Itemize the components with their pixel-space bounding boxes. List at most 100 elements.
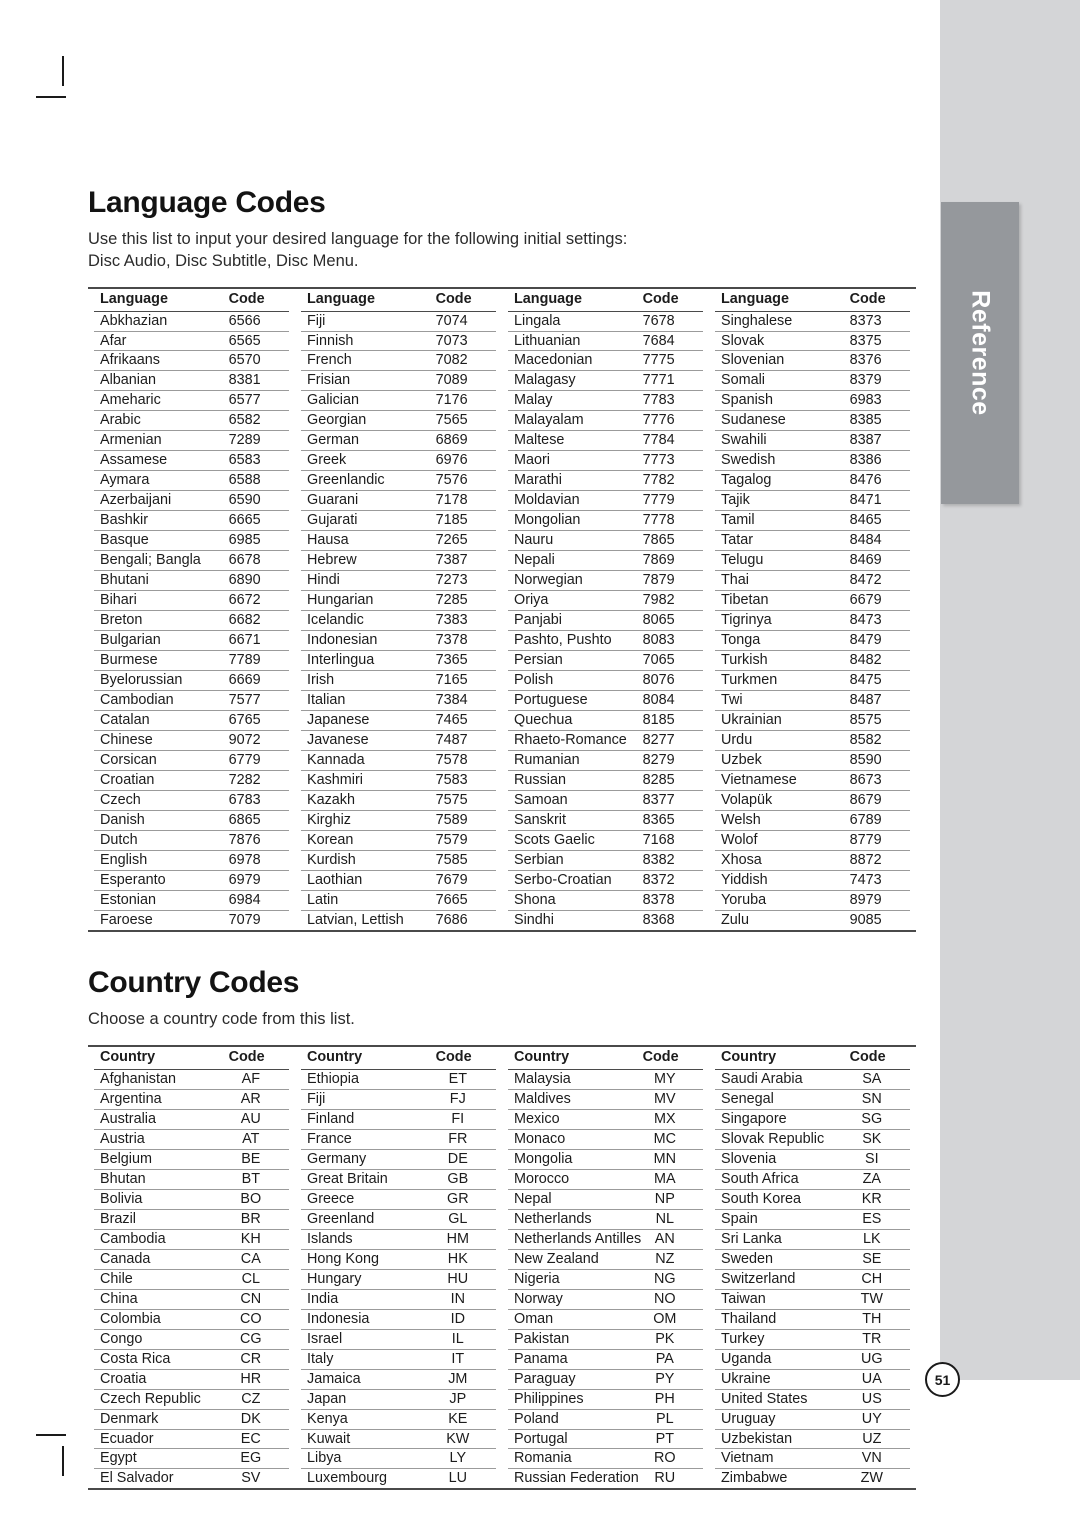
country_section-column-4: Country Code Saudi Arabia SA Senegal SN Singap… bbox=[709, 1047, 916, 1489]
language_section-code-cell: 8065 bbox=[640, 610, 703, 631]
language_section-code-cell: 8472 bbox=[847, 570, 910, 591]
table-row: Denmark DK bbox=[94, 1408, 289, 1429]
country_section-code-cell: ZW bbox=[847, 1468, 910, 1489]
table-row: Quechua 8185 bbox=[508, 710, 703, 731]
language_section-code-cell: 7165 bbox=[433, 670, 496, 691]
country_section-code-cell: NO bbox=[640, 1288, 703, 1310]
country_section-name-cell: Paraguay bbox=[508, 1368, 641, 1390]
table-row: Lithuanian 7684 bbox=[508, 330, 703, 351]
table-row: Russian Federation RU bbox=[508, 1468, 703, 1489]
language_section-code-header: Code bbox=[435, 290, 472, 307]
country_section-name-cell: Mongolia bbox=[508, 1148, 641, 1170]
country_section-name-cell: Belgium bbox=[94, 1148, 227, 1170]
table-row: Hong Kong HK bbox=[301, 1248, 496, 1270]
language_section-name-cell: Cambodian bbox=[94, 690, 227, 711]
table-row: Kenya KE bbox=[301, 1408, 496, 1429]
country_section-name-cell: Italy bbox=[301, 1348, 434, 1370]
language_section-code-cell: 7782 bbox=[640, 470, 703, 491]
language_section-code-cell: 9072 bbox=[226, 730, 289, 751]
table-row: Croatia HR bbox=[94, 1368, 289, 1390]
country_section-code-cell: UZ bbox=[847, 1428, 910, 1449]
country_section-name-cell: Uzbekistan bbox=[715, 1428, 848, 1449]
country_section-name-cell: New Zealand bbox=[508, 1248, 641, 1270]
country_section-code-cell: ID bbox=[433, 1308, 496, 1330]
table-row: Volapük 8679 bbox=[715, 790, 910, 811]
language_section-name-cell: Yoruba bbox=[715, 890, 848, 911]
language_section-column-1: Language Code Abkhazian 6566 Afar 6565 Afrikaa… bbox=[88, 289, 295, 931]
country_section-code-cell: US bbox=[847, 1388, 910, 1410]
table-row: Cambodia KH bbox=[94, 1228, 289, 1250]
country_section-code-cell: SK bbox=[847, 1128, 910, 1150]
country_section-name-cell: Greenland bbox=[301, 1208, 434, 1230]
language_section-code-cell: 8387 bbox=[847, 430, 910, 451]
language_section-name-cell: Maltese bbox=[508, 430, 641, 451]
table-row: Mongolian 7778 bbox=[508, 510, 703, 531]
table-row: Nepali 7869 bbox=[508, 550, 703, 571]
country_section-code-cell: FR bbox=[433, 1128, 496, 1150]
table-row: Samoan 8377 bbox=[508, 790, 703, 811]
language_section-name-cell: Samoan bbox=[508, 790, 641, 811]
language_section-name-cell: Japanese bbox=[301, 710, 434, 731]
country_section-code-cell: TR bbox=[847, 1328, 910, 1350]
table-row: Sanskrit 8365 bbox=[508, 810, 703, 831]
language_section-code-cell: 8487 bbox=[847, 690, 910, 711]
country_section-code-cell: CA bbox=[226, 1248, 289, 1270]
table-row: Russian 8285 bbox=[508, 770, 703, 791]
country_section-name-cell: Romania bbox=[508, 1448, 641, 1469]
language_section-name-cell: Kazakh bbox=[301, 790, 434, 811]
language_section-code-cell: 7773 bbox=[640, 450, 703, 471]
language_section-code-cell: 6590 bbox=[226, 490, 289, 511]
table-row: Mexico MX bbox=[508, 1108, 703, 1130]
country_section-name-cell: Kuwait bbox=[301, 1428, 434, 1449]
language_section-code-cell: 6983 bbox=[847, 390, 910, 411]
language_section-name-cell: Nauru bbox=[508, 530, 641, 551]
table-row: Cambodian 7577 bbox=[94, 690, 289, 711]
language_section-code-cell: 6665 bbox=[226, 510, 289, 531]
language_section-name-cell: Telugu bbox=[715, 550, 848, 571]
country_section-code-cell: CG bbox=[226, 1328, 289, 1350]
language_section-code-cell: 8872 bbox=[847, 850, 910, 871]
language_section-name-cell: Thai bbox=[715, 570, 848, 591]
table-row: Afar 6565 bbox=[94, 330, 289, 351]
language_section-name-cell: Korean bbox=[301, 830, 434, 851]
language_section-name-cell: Kirghiz bbox=[301, 810, 434, 831]
country_section-code-cell: AR bbox=[226, 1088, 289, 1110]
country_section-name-cell: Spain bbox=[715, 1208, 848, 1230]
language_section-code-cell: 7384 bbox=[433, 690, 496, 711]
table-row: Maldives MV bbox=[508, 1088, 703, 1110]
language_section-name-cell: Wolof bbox=[715, 830, 848, 851]
table-row: Tibetan 6679 bbox=[715, 590, 910, 611]
country_section-code-header: Code bbox=[228, 1048, 265, 1065]
table-row: Ukraine UA bbox=[715, 1368, 910, 1390]
table-row: Hebrew 7387 bbox=[301, 550, 496, 571]
table-row: Lingala 7678 bbox=[508, 310, 703, 331]
table-row: Swedish 8386 bbox=[715, 450, 910, 471]
country_section-code-cell: NZ bbox=[640, 1248, 703, 1270]
country-codes-intro: Choose a country code from this list. bbox=[88, 1009, 916, 1031]
language_section-name-cell: Fiji bbox=[301, 310, 434, 331]
country_section-code-cell: KW bbox=[433, 1428, 496, 1449]
language_section-name-cell: Zulu bbox=[715, 910, 848, 931]
language_section-name-cell: Frisian bbox=[301, 370, 434, 391]
table-row: Tigrinya 8473 bbox=[715, 610, 910, 631]
country_section-code-cell: CR bbox=[226, 1348, 289, 1370]
country_section-code-header: Code bbox=[849, 1048, 886, 1065]
language_section-name-cell: Catalan bbox=[94, 710, 227, 731]
language_section-code-cell: 8381 bbox=[226, 370, 289, 391]
country_section-name-cell: Sweden bbox=[715, 1248, 848, 1270]
country_section-name-cell: South Korea bbox=[715, 1188, 848, 1210]
country_section-name-cell: Ukraine bbox=[715, 1368, 848, 1390]
table-row: Faroese 7079 bbox=[94, 910, 289, 931]
table-row: Swahili 8387 bbox=[715, 430, 910, 451]
language_section-code-header: Code bbox=[642, 290, 679, 307]
table-row: Thailand TH bbox=[715, 1308, 910, 1330]
table-row: Singapore SG bbox=[715, 1108, 910, 1130]
language_section-name-cell: Bihari bbox=[94, 590, 227, 611]
country_section-name-cell: Costa Rica bbox=[94, 1348, 227, 1370]
table-row: Irish 7165 bbox=[301, 670, 496, 691]
language_section-code-cell: 6783 bbox=[226, 790, 289, 811]
language_section-code-cell: 7679 bbox=[433, 870, 496, 891]
language_section-code-cell: 8575 bbox=[847, 710, 910, 731]
country_section-code-cell: FJ bbox=[433, 1088, 496, 1110]
table-row: Portugal PT bbox=[508, 1428, 703, 1449]
